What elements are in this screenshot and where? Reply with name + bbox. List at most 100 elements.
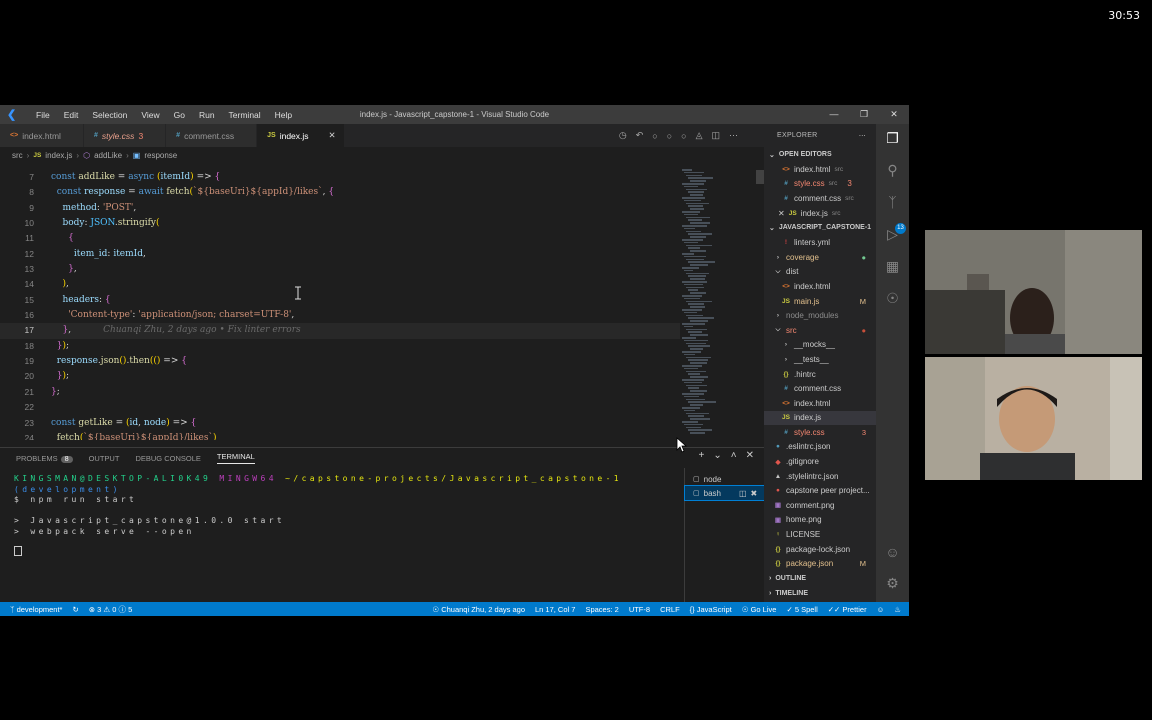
editor-scrollbar[interactable] <box>756 170 764 184</box>
minimap[interactable] <box>680 163 755 443</box>
search-icon[interactable]: ⚲ <box>876 162 909 179</box>
minimize-icon[interactable]: — <box>819 105 849 124</box>
open-changes-icon[interactable]: ◬ <box>696 130 703 141</box>
cursor-position[interactable]: Ln 17, Col 7 <box>535 605 575 614</box>
tree-item[interactable]: ◆ .gitignore <box>764 454 876 469</box>
split-editor-icon[interactable]: ◫ <box>711 130 720 141</box>
breadcrumb-item[interactable]: index.js <box>45 151 72 160</box>
open-editor-item[interactable]: # style.css src 3 <box>764 177 876 192</box>
problems-status[interactable]: ⊗ 3 ⚠ 0 ⓘ 5 <box>89 604 132 615</box>
split-terminal-icon[interactable]: ◫ <box>739 489 747 498</box>
tree-item[interactable]: {} package-lock.json <box>764 542 876 557</box>
breadcrumb-item[interactable]: src <box>12 151 23 160</box>
sync-icon[interactable]: ↻ <box>72 605 78 614</box>
encoding[interactable]: UTF-8 <box>629 605 650 614</box>
explorer-icon[interactable]: ❐ <box>876 130 909 147</box>
tree-item[interactable]: › coverage ● <box>764 250 876 265</box>
tree-item[interactable]: ▲ .stylelintrc.json <box>764 469 876 484</box>
tab-comment-css[interactable]: # comment.css <box>166 124 258 147</box>
code-editor[interactable]: 7 const addLike = async (itemId) => {8 co… <box>0 170 680 440</box>
kill-terminal-icon[interactable]: ✖ <box>751 489 758 498</box>
remote-explorer-icon[interactable]: ☉ <box>876 290 909 307</box>
notifications-bell-icon[interactable]: ♨ <box>894 605 901 614</box>
outline-section[interactable]: › OUTLINE <box>764 571 876 586</box>
timeline-icon[interactable]: ◷ <box>619 130 627 141</box>
new-terminal-icon[interactable]: + <box>699 450 705 461</box>
tree-item[interactable]: {} .hintrc <box>764 367 876 382</box>
tab-style-css[interactable]: # style.css 3 <box>83 124 167 147</box>
maximize-panel-icon[interactable]: ˄ <box>731 450 737 461</box>
menu-item-selection[interactable]: Selection <box>85 110 134 120</box>
extensions-icon[interactable]: ▦ <box>876 258 909 275</box>
tree-item[interactable]: ▣ comment.png <box>764 498 876 513</box>
tree-item[interactable]: › node_modules <box>764 308 876 323</box>
tree-item[interactable]: ! linters.yml <box>764 235 876 250</box>
menu-item-terminal[interactable]: Terminal <box>222 110 268 120</box>
tree-item[interactable]: JS index.js <box>764 410 876 426</box>
tree-item[interactable]: # style.css 3 <box>764 425 876 440</box>
panel-tab-problems[interactable]: PROBLEMS 8 <box>16 454 73 463</box>
tree-item[interactable]: ● .eslintrc.json <box>764 440 876 455</box>
terminal-instance-node[interactable]: ▢ node <box>685 472 764 486</box>
tree-item[interactable]: {} package.json M <box>764 556 876 571</box>
close-window-icon[interactable]: ✕ <box>879 105 909 124</box>
open-editor-item[interactable]: <> index.html src <box>764 162 876 177</box>
tree-item[interactable]: › __mocks__ <box>764 338 876 353</box>
prettier-status[interactable]: ✓✓ Prettier <box>828 605 867 614</box>
menu-item-file[interactable]: File <box>29 110 57 120</box>
tree-item[interactable]: # comment.css <box>764 381 876 396</box>
tab-index-js[interactable]: JS index.js ✕ <box>257 124 345 147</box>
settings-gear-icon[interactable]: ⚙ <box>876 575 909 592</box>
tree-item[interactable]: ♀ LICENSE <box>764 527 876 542</box>
git-blame-status[interactable]: ☉ Chuanqi Zhu, 2 days ago <box>432 605 525 614</box>
tree-item[interactable]: ▣ home.png <box>764 513 876 528</box>
go-live-button[interactable]: ☉ Go Live <box>742 605 777 614</box>
terminal-output[interactable]: KINGSMAN@DESKTOP-ALI0K49 MINGW64 ~/capst… <box>14 474 674 556</box>
terminal-dropdown-icon[interactable]: ⌄ <box>713 450 721 461</box>
branch-status[interactable]: ᛉ development* <box>10 605 62 614</box>
menu-item-run[interactable]: Run <box>192 110 222 120</box>
line-ending[interactable]: CRLF <box>660 605 680 614</box>
tree-item[interactable]: ● capstone peer project... <box>764 483 876 498</box>
breadcrumb-item[interactable]: response <box>144 151 177 160</box>
source-control-icon[interactable]: ᛉ <box>876 194 909 210</box>
breadcrumb-item[interactable]: addLike <box>94 151 122 160</box>
go-forward-icon[interactable]: ○ <box>652 131 657 141</box>
close-editor-icon[interactable]: ✕ <box>778 209 785 218</box>
account-icon[interactable]: ☺ <box>876 544 909 560</box>
tree-item[interactable]: JS main.js M <box>764 294 876 309</box>
run-debug-icon[interactable]: ▷ <box>876 226 909 243</box>
modified-badge: M <box>859 559 866 569</box>
menu-item-go[interactable]: Go <box>167 110 192 120</box>
git-pull-icon[interactable]: ○ <box>681 131 686 141</box>
open-editors-section[interactable]: ⌄ OPEN EDITORS <box>764 147 876 162</box>
tree-item[interactable]: <> index.html <box>764 396 876 411</box>
indentation[interactable]: Spaces: 2 <box>585 605 618 614</box>
language-mode[interactable]: {} JavaScript <box>690 605 732 614</box>
spell-status[interactable]: ✓ 5 Spell <box>786 605 817 614</box>
explorer-more-icon[interactable]: ⋯ <box>859 132 866 140</box>
restore-icon[interactable]: ❐ <box>849 105 879 124</box>
terminal-instance-bash[interactable]: ▢ bash ◫ ✖ <box>684 485 765 501</box>
tree-item[interactable]: ⌵ src ● <box>764 323 876 338</box>
timeline-section[interactable]: › TIMELINE <box>764 586 876 601</box>
open-editor-item[interactable]: # comment.css src <box>764 191 876 206</box>
close-panel-icon[interactable]: ✕ <box>746 450 754 461</box>
tree-item[interactable]: › __tests__ <box>764 352 876 367</box>
menu-item-view[interactable]: View <box>134 110 166 120</box>
open-editor-item[interactable]: ✕ JS index.js src <box>764 206 876 221</box>
menu-item-help[interactable]: Help <box>268 110 299 120</box>
panel-tab-terminal[interactable]: TERMINAL <box>216 452 255 464</box>
tree-item[interactable]: ⌵ dist <box>764 265 876 280</box>
project-section[interactable]: ⌄ JAVASCRIPT_CAPSTONE-1 <box>764 220 876 235</box>
git-compare-icon[interactable]: ○ <box>667 131 672 141</box>
tab-index-html[interactable]: <> index.html <box>0 124 84 147</box>
feedback-icon[interactable]: ☺ <box>877 605 885 614</box>
panel-tab-debug-console[interactable]: DEBUG CONSOLE <box>135 454 200 463</box>
menu-item-edit[interactable]: Edit <box>57 110 86 120</box>
tree-item[interactable]: <> index.html <box>764 279 876 294</box>
go-back-icon[interactable]: ↶ <box>636 130 644 141</box>
close-tab-icon[interactable]: ✕ <box>329 130 336 141</box>
more-actions-icon[interactable]: ⋯ <box>729 130 738 141</box>
panel-tab-output[interactable]: OUTPUT <box>89 454 120 463</box>
